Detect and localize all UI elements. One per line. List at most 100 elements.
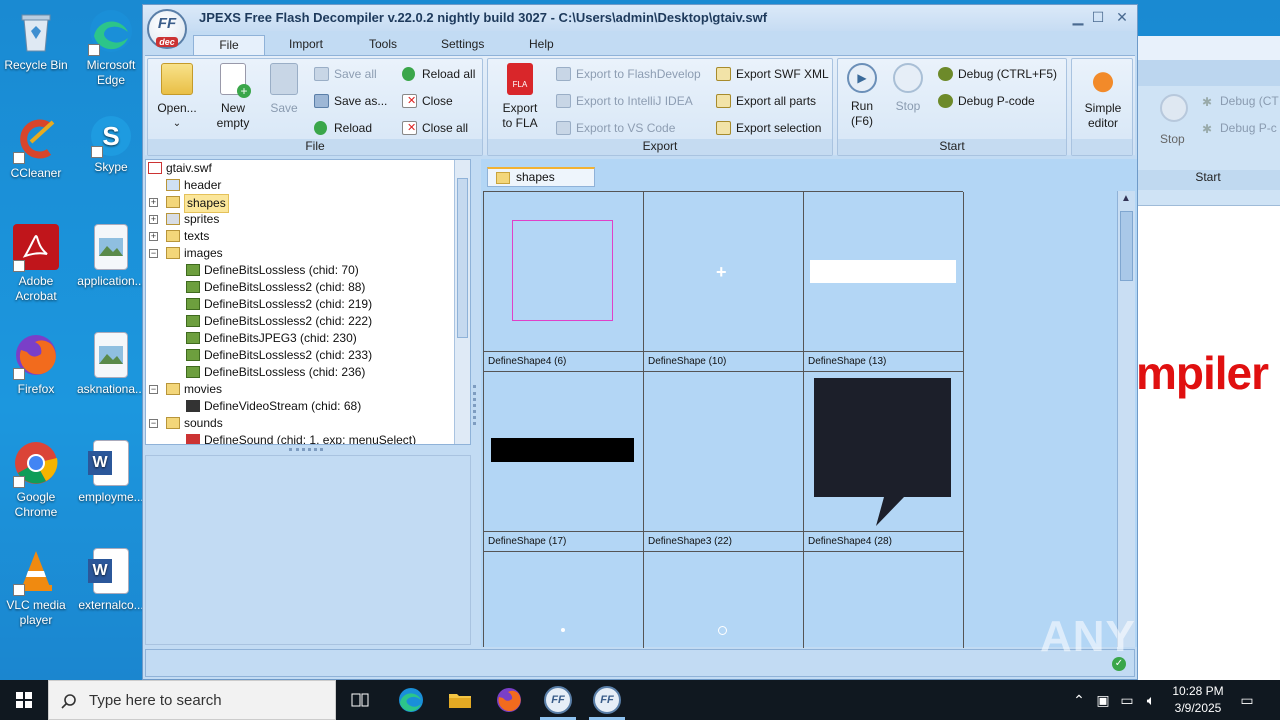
shape-cell[interactable]: DefineShape4 (6) bbox=[484, 192, 644, 372]
open-button[interactable]: Open... ⌄ bbox=[154, 63, 200, 131]
run-label: Run bbox=[850, 99, 873, 113]
background-debug-pcode-button[interactable]: ✱ Debug P-c bbox=[1202, 121, 1277, 136]
network-device-icon[interactable]: ▣ bbox=[1094, 691, 1112, 709]
close-button[interactable]: ✕ bbox=[1113, 8, 1131, 26]
image-icon bbox=[186, 315, 200, 327]
expand-icon[interactable]: + bbox=[149, 215, 158, 224]
collapse-icon[interactable]: − bbox=[149, 249, 158, 258]
desktop-icon-externalco[interactable]: W externalco... bbox=[75, 548, 147, 613]
close-file-button[interactable]: ✕ Close bbox=[402, 92, 453, 110]
run-button[interactable]: ▶ Run (F6) bbox=[844, 63, 880, 129]
firefox-taskbar-icon[interactable] bbox=[495, 686, 523, 714]
simple-editor-label-1: Simple bbox=[1084, 101, 1122, 115]
ffdec-taskbar-icon[interactable]: FF bbox=[593, 686, 621, 714]
shape-cell[interactable]: DefineShape3 (22) bbox=[644, 372, 804, 552]
task-view-icon[interactable] bbox=[346, 686, 374, 714]
new-document-icon: + bbox=[220, 63, 251, 98]
tab-settings[interactable]: Settings bbox=[429, 35, 496, 55]
title-bar[interactable]: JPEXS Free Flash Decompiler v.22.0.2 nig… bbox=[143, 5, 1137, 31]
notifications-icon[interactable]: ▭ bbox=[1238, 691, 1256, 709]
save-all-icon bbox=[314, 67, 329, 81]
collapse-icon[interactable]: − bbox=[149, 419, 158, 428]
swf-tree[interactable]: gtaiv.swf header + shapes + sprites + texts − im… bbox=[145, 159, 471, 445]
shape-cell-label: DefineShape (10) bbox=[644, 351, 803, 371]
tab-help[interactable]: Help bbox=[517, 35, 566, 55]
desktop-icon-asknationa[interactable]: asknationa... bbox=[75, 332, 147, 397]
export-selection-button[interactable]: Export selection bbox=[716, 119, 821, 137]
expand-icon[interactable]: + bbox=[149, 198, 158, 207]
export-vscode-button[interactable]: Export to VS Code bbox=[556, 119, 675, 137]
desktop-icon-application[interactable]: application... bbox=[75, 224, 147, 289]
minimize-button[interactable]: ▁ bbox=[1069, 8, 1087, 26]
reload-button[interactable]: Reload bbox=[314, 119, 372, 137]
scroll-up-icon[interactable]: ▲ bbox=[1121, 193, 1131, 204]
taskbar-search-box[interactable]: Type here to search bbox=[48, 680, 336, 720]
reload-all-button[interactable]: Reload all bbox=[402, 65, 475, 83]
ffdec-taskbar-icon[interactable]: FF bbox=[544, 686, 572, 714]
export-all-parts-button[interactable]: Export all parts bbox=[716, 92, 816, 110]
expand-icon[interactable]: + bbox=[149, 232, 158, 241]
shape-cell[interactable]: DefineShape (17) bbox=[484, 372, 644, 552]
shortcut-overlay-icon bbox=[88, 44, 100, 56]
desktop-icon-acrobat[interactable]: Adobe Acrobat bbox=[0, 224, 72, 304]
background-stop-button[interactable]: Stop bbox=[1160, 132, 1185, 146]
save-button[interactable]: Save bbox=[262, 63, 306, 116]
desktop-icon-firefox[interactable]: Firefox bbox=[0, 332, 72, 397]
shape-cell[interactable] bbox=[484, 552, 644, 648]
main-window[interactable]: JPEXS Free Flash Decompiler v.22.0.2 nig… bbox=[142, 4, 1138, 680]
chevron-up-icon[interactable]: ⌃ bbox=[1070, 691, 1088, 709]
grid-scrollbar-thumb[interactable] bbox=[1120, 211, 1133, 281]
shape-cell[interactable]: DefineShape (13) bbox=[804, 192, 964, 372]
desktop-icon-chrome[interactable]: Google Chrome bbox=[0, 440, 72, 520]
export-intellij-button[interactable]: Export to IntelliJ IDEA bbox=[556, 92, 693, 110]
close-all-button[interactable]: ✕ Close all bbox=[402, 119, 468, 137]
tab-import[interactable]: Import bbox=[277, 35, 335, 55]
desktop-icon-skype[interactable]: S Skype bbox=[75, 116, 147, 175]
tree-scrollbar[interactable] bbox=[454, 160, 470, 444]
file-explorer-icon[interactable] bbox=[446, 686, 474, 714]
save-as-button[interactable]: Save as... bbox=[314, 92, 387, 110]
vertical-splitter[interactable] bbox=[473, 385, 477, 425]
stop-button[interactable]: Stop bbox=[890, 63, 926, 114]
save-all-button[interactable]: Save all bbox=[314, 65, 377, 83]
background-debug-button[interactable]: ✱ Debug (CT bbox=[1202, 94, 1279, 109]
tree-scrollbar-thumb[interactable] bbox=[457, 178, 468, 338]
speaker-icon bbox=[186, 434, 200, 444]
shape-cell[interactable]: DefineShape4 (28) bbox=[804, 372, 964, 552]
desktop-icon-employme[interactable]: W employme... bbox=[75, 440, 147, 505]
shape-cell[interactable]: + DefineShape (10) bbox=[644, 192, 804, 372]
volume-icon[interactable]: 🔈︎ bbox=[1142, 691, 1160, 709]
network-icon[interactable]: ▭ bbox=[1118, 691, 1136, 709]
maximize-button[interactable]: ☐ bbox=[1089, 8, 1107, 26]
edge-taskbar-icon[interactable] bbox=[397, 686, 425, 714]
debug-pcode-button[interactable]: Debug P-code bbox=[938, 92, 1035, 110]
desktop-icon-label: CCleaner bbox=[10, 166, 62, 180]
debug-button[interactable]: Debug (CTRL+F5) bbox=[938, 65, 1057, 83]
desktop-icon-ccleaner[interactable]: CCleaner bbox=[0, 116, 72, 181]
tab-shapes[interactable]: shapes bbox=[487, 167, 595, 187]
export-swf-xml-button[interactable]: Export SWF XML bbox=[716, 65, 829, 83]
desktop-icon-edge[interactable]: Microsoft Edge bbox=[75, 8, 147, 88]
folder-icon bbox=[166, 230, 180, 242]
shape-cell-label: DefineShape3 (22) bbox=[644, 531, 803, 551]
desktop-icon-label: VLC media player bbox=[6, 598, 66, 627]
background-window[interactable]: Stop ✱ Debug (CT ✱ Debug P-c Start mpiler bbox=[1136, 36, 1280, 680]
horizontal-splitter[interactable] bbox=[289, 448, 323, 452]
shape-cell[interactable] bbox=[804, 552, 964, 648]
simple-editor-button[interactable]: Simple editor bbox=[1076, 63, 1130, 131]
desktop-icon-recycle-bin[interactable]: Recycle Bin bbox=[0, 8, 72, 73]
clock[interactable]: 10:28 PM 3/9/2025 bbox=[1168, 683, 1228, 717]
new-empty-button[interactable]: + New empty bbox=[210, 63, 256, 131]
shape-cell[interactable] bbox=[644, 552, 804, 648]
desktop-icon-vlc[interactable]: VLC media player bbox=[0, 548, 72, 628]
export-to-fla-button[interactable]: FLA Export to FLA bbox=[494, 63, 546, 131]
tab-file[interactable]: File bbox=[193, 35, 265, 55]
collapse-icon[interactable]: − bbox=[149, 385, 158, 394]
export-flashdevelop-button[interactable]: Export to FlashDevelop bbox=[556, 65, 701, 83]
grid-scrollbar[interactable]: ▲ bbox=[1117, 191, 1135, 647]
app-logo-icon[interactable]: FF dec bbox=[147, 9, 187, 49]
tab-tools[interactable]: Tools bbox=[357, 35, 409, 55]
save-as-label: Save as... bbox=[334, 94, 388, 108]
start-button[interactable] bbox=[0, 680, 48, 720]
export-selection-label: Export selection bbox=[736, 121, 822, 135]
